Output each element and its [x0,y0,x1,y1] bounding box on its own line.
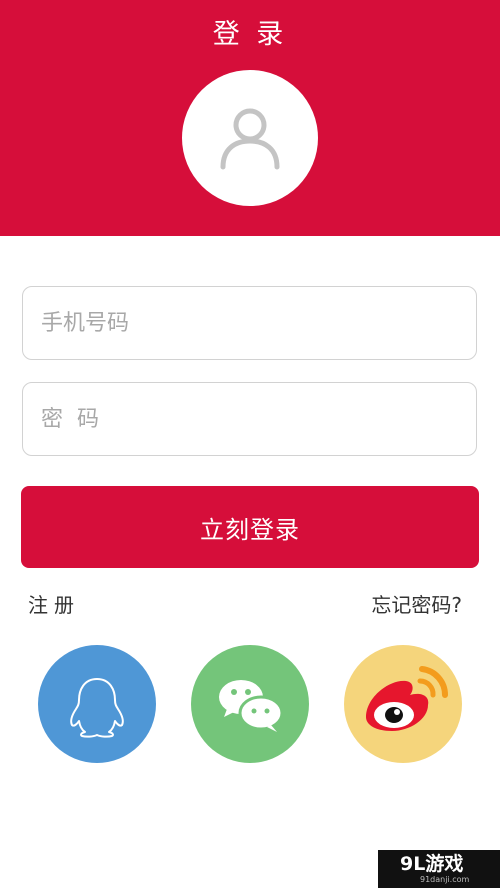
page-title: 登 录 [212,19,288,50]
header: 登 录 [0,0,500,236]
login-button[interactable]: 立刻登录 [21,486,479,568]
watermark: 9L游戏 91danji.com [378,850,500,888]
register-link[interactable]: 注册 [28,592,80,618]
avatar[interactable] [182,70,318,206]
qq-penguin-icon [70,678,124,738]
user-icon [220,108,280,170]
forgot-password-link[interactable]: 忘记密码? [371,592,462,618]
watermark-domain: 91danji.com [420,875,470,884]
watermark-logo: 9L游戏 [400,853,464,875]
phone-field [22,286,477,360]
password-field [22,382,477,456]
weibo-login-button[interactable] [344,645,462,763]
wechat-icon [219,680,284,732]
wechat-login-button[interactable] [191,645,309,763]
password-input[interactable] [41,383,451,455]
qq-login-button[interactable] [38,645,156,763]
phone-input[interactable] [41,287,451,359]
weibo-icon [366,666,449,731]
